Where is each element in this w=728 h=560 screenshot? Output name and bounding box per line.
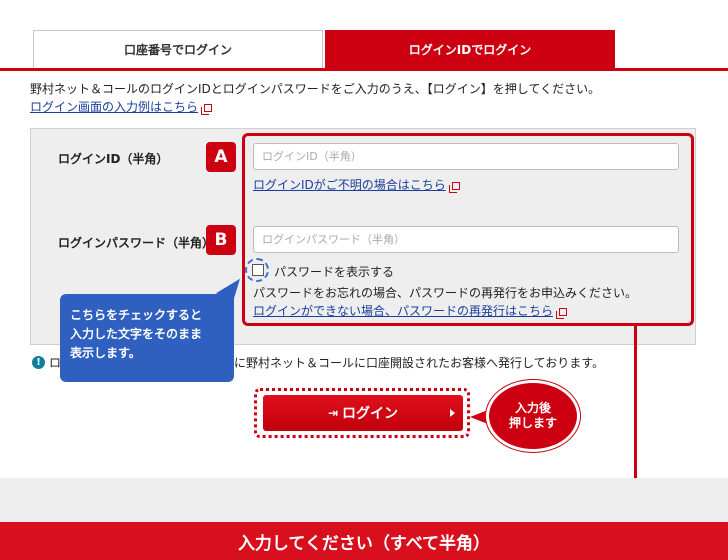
info-icon: ! (32, 356, 45, 369)
forgot-id-link-text: ログインIDがご不明の場合はこちら (253, 178, 446, 192)
forgot-password-note: パスワードをお忘れの場合、パスワードの再発行をお申込みください。 (253, 286, 638, 300)
callout-line: 表示します。 (70, 346, 141, 360)
login-password-input[interactable] (253, 226, 679, 253)
callout-line: 入力した文字をそのまま (70, 327, 203, 341)
example-link-text: ログイン画面の入力例はこちら (30, 100, 199, 114)
external-window-icon (556, 307, 568, 319)
show-password-checkbox[interactable] (252, 264, 264, 276)
login-button[interactable]: ⇥ ログイン (263, 395, 463, 431)
external-window-icon (201, 103, 213, 115)
login-enter-icon: ⇥ (327, 406, 339, 420)
notice-text: に野村ネット＆コールに口座開設されたお客様へ発行しております。 (234, 356, 605, 370)
intro-text: 野村ネット＆コールのログインIDとログインパスワードをご入力のうえ、【ログイン】… (30, 82, 601, 96)
footer-gray-band (0, 478, 728, 522)
forgot-id-link[interactable]: ログインIDがご不明の場合はこちら (253, 176, 460, 193)
badge-b: B (206, 225, 236, 255)
bottom-banner: 入力してください（すべて半角） (0, 522, 728, 560)
press-after-input-bubble: 入力後 押します (486, 380, 580, 452)
tab-label: 口座番号でログイン (123, 43, 232, 57)
login-password-label: ログインパスワード（半角） (58, 236, 210, 250)
arrow-right-icon (450, 409, 455, 417)
external-window-icon (448, 181, 460, 193)
example-link[interactable]: ログイン画面の入力例はこちら (30, 98, 213, 115)
tab-underline (0, 68, 728, 71)
login-id-input[interactable] (253, 143, 679, 170)
show-password-label[interactable]: パスワードを表示する (274, 263, 394, 280)
tab-account-number-login[interactable]: 口座番号でログイン (33, 30, 323, 68)
tab-label: ログインIDでログイン (408, 42, 532, 57)
password-reissue-link-text: ログインができない場合、パスワードの再発行はこちら (253, 304, 554, 318)
login-id-label: ログインID（半角） (58, 152, 169, 166)
bubble-line: 押します (508, 416, 557, 430)
login-button-label: ログイン (342, 406, 399, 422)
tab-login-id-login[interactable]: ログインIDでログイン (325, 30, 615, 68)
show-password-callout: こちらをチェックすると 入力した文字をそのまま 表示します。 (60, 294, 234, 382)
bubble-line: 入力後 (514, 401, 551, 415)
badge-a: A (206, 142, 236, 172)
notice-prefix: ロ (49, 356, 62, 370)
password-reissue-link[interactable]: ログインができない場合、パスワードの再発行はこちら (253, 302, 568, 319)
callout-line: こちらをチェックすると (70, 308, 203, 322)
